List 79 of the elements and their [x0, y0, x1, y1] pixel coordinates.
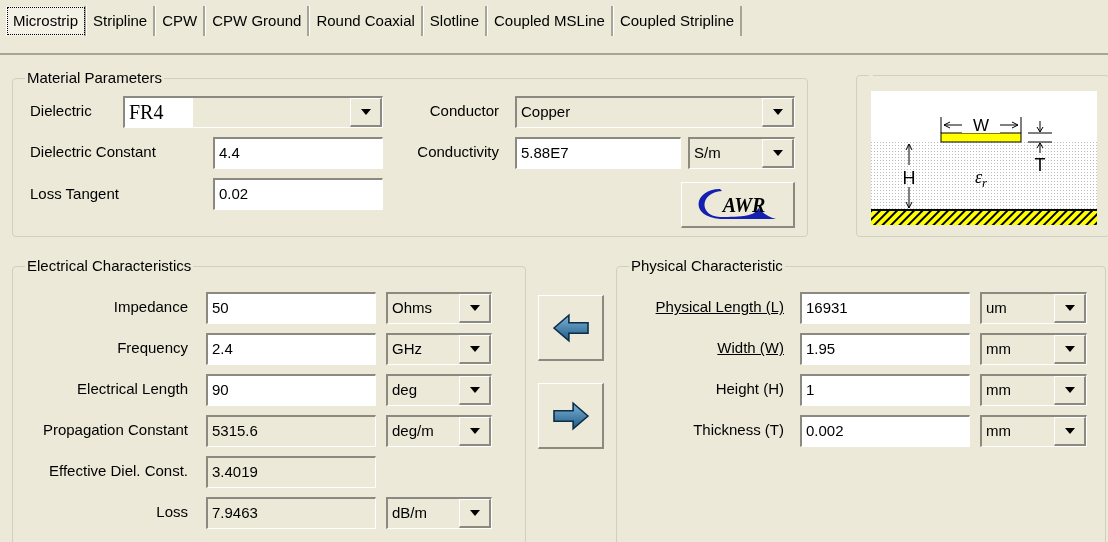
field-label: Dielectric	[29, 101, 93, 122]
input-field[interactable]: 0.002	[800, 414, 970, 447]
readonly-field[interactable]: 3.4019	[206, 455, 376, 488]
caret-icon	[469, 345, 480, 352]
readonly-field[interactable]: 7.9463	[206, 496, 376, 529]
dropdown-button[interactable]	[762, 138, 794, 168]
field-label: Loss	[155, 502, 189, 523]
unit-combo[interactable]: S/m	[688, 136, 795, 169]
unit-combo[interactable]: dB/m	[386, 496, 492, 529]
unit-combo[interactable]: um	[980, 291, 1087, 324]
dropdown-button[interactable]	[459, 375, 491, 405]
caret-icon	[469, 304, 480, 311]
tab[interactable]: Coupled Stripline	[612, 6, 743, 36]
input-field[interactable]: 0.02	[213, 177, 383, 210]
field-label: Thickness (T)	[692, 420, 785, 441]
calculate-left-button[interactable]	[538, 295, 604, 361]
tab[interactable]: Stripline	[86, 6, 156, 36]
tab[interactable]: Slotline	[422, 6, 488, 36]
input-field[interactable]: 4.4	[213, 136, 383, 169]
group-title: Electrical Characteristics	[26, 256, 193, 276]
caret-icon	[1064, 304, 1075, 311]
dropdown-button[interactable]	[1054, 334, 1086, 364]
field-label: Conductor	[428, 101, 500, 122]
caret-icon	[469, 427, 480, 434]
input-field[interactable]: 5.88E7	[515, 136, 681, 169]
field-label: Electrical Length	[76, 379, 189, 400]
input-field[interactable]: 50	[206, 291, 376, 324]
group-title: Material Parameters	[26, 68, 164, 88]
tab[interactable]: Microstrip	[6, 6, 86, 36]
dropdown-button[interactable]	[1054, 416, 1086, 446]
tab[interactable]: CPW	[155, 6, 206, 36]
tab[interactable]: Round Coaxial	[309, 6, 423, 36]
caret-icon	[1064, 345, 1075, 352]
caret-icon	[1064, 427, 1075, 434]
field-label: Impedance	[112, 297, 189, 318]
field-label: Width (W)	[716, 338, 785, 359]
field-label: Propagation Constant	[41, 420, 189, 441]
calculate-right-button[interactable]	[538, 383, 604, 449]
tab[interactable]: Coupled MSLine	[487, 6, 613, 36]
readonly-field[interactable]: 5315.6	[206, 414, 376, 447]
dropdown-button[interactable]	[762, 97, 794, 127]
dielectric-combo[interactable]: FR4	[123, 95, 383, 128]
dropdown-button[interactable]	[459, 293, 491, 323]
unit-combo[interactable]: deg	[386, 373, 492, 406]
caret-icon	[1064, 386, 1075, 393]
input-field[interactable]: 16931	[800, 291, 970, 324]
field-label: Dielectric Constant	[29, 142, 157, 163]
logo-button[interactable]: AWR	[681, 181, 795, 228]
field-label: Conductivity	[416, 142, 500, 163]
field-label: Frequency	[116, 338, 189, 359]
conductor-combo[interactable]: Copper	[515, 95, 795, 128]
input-field[interactable]: 1.95	[800, 332, 970, 365]
caret-icon	[772, 108, 783, 115]
microstrip-diagram-drawing: W H T ε$_{r}$	[871, 91, 1097, 225]
field-label: Height (H)	[714, 379, 785, 400]
input-field[interactable]: 2.4	[206, 332, 376, 365]
caret-icon	[772, 149, 783, 156]
unit-combo[interactable]: GHz	[386, 332, 492, 365]
dropdown-button[interactable]	[459, 416, 491, 446]
group-title: Physical Characteristic	[630, 256, 784, 276]
field-label: Loss Tangent	[29, 183, 120, 204]
unit-combo[interactable]: mm	[980, 373, 1087, 406]
unit-combo[interactable]: mm	[980, 332, 1087, 365]
tab[interactable]: CPW Ground	[205, 6, 310, 36]
caret-icon	[469, 509, 480, 516]
input-field[interactable]: 1	[800, 373, 970, 406]
unit-combo[interactable]: Ohms	[386, 291, 492, 324]
dropdown-button[interactable]	[350, 97, 382, 127]
field-label: Physical Length (L)	[654, 297, 785, 318]
dropdown-button[interactable]	[1054, 293, 1086, 323]
dropdown-button[interactable]	[459, 498, 491, 528]
input-field[interactable]: 90	[206, 373, 376, 406]
dropdown-button[interactable]	[459, 334, 491, 364]
caret-icon	[360, 108, 371, 115]
dropdown-button[interactable]	[1054, 375, 1086, 405]
unit-combo[interactable]: deg/m	[386, 414, 492, 447]
caret-icon	[469, 386, 480, 393]
unit-combo[interactable]: mm	[980, 414, 1087, 447]
field-label: Effective Diel. Const.	[48, 461, 189, 482]
